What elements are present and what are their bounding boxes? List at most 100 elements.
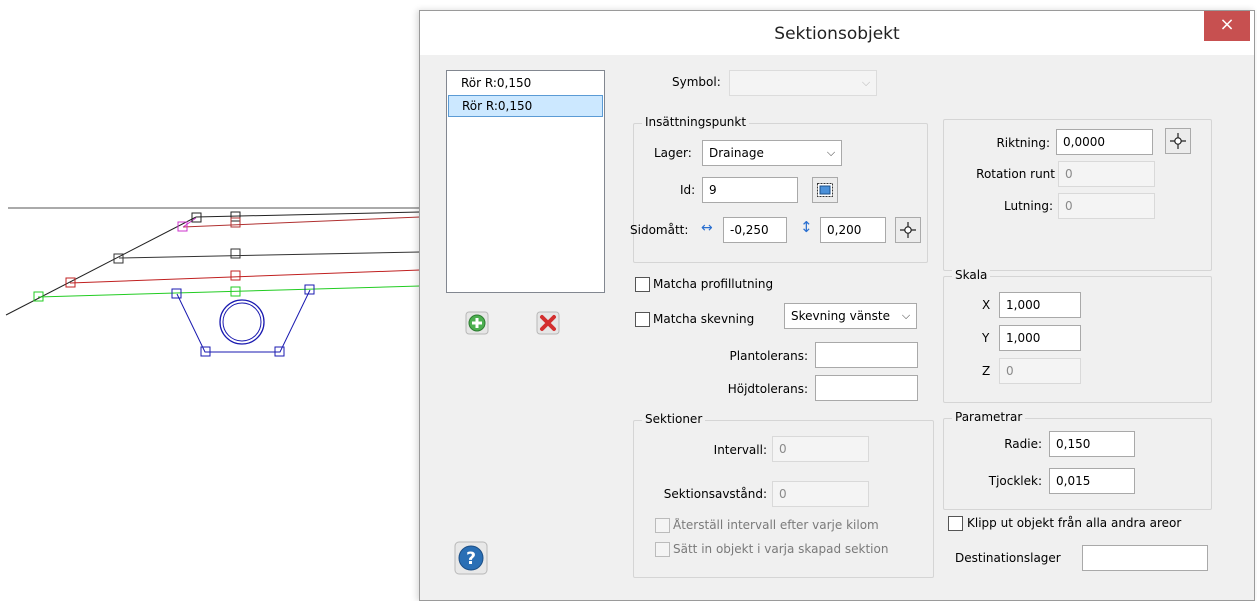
crosshair-icon bbox=[1170, 133, 1186, 149]
add-button[interactable] bbox=[465, 311, 489, 335]
skala-y-label: Y bbox=[982, 331, 990, 345]
skala-y-value: 1,000 bbox=[1006, 331, 1041, 345]
cad-pipe-inner bbox=[222, 302, 262, 342]
crosshair-icon bbox=[900, 222, 916, 238]
sidomatt-vertical-value: 0,200 bbox=[827, 223, 862, 237]
cad-pipe-outer bbox=[219, 299, 265, 345]
rotation-field[interactable]: 0 bbox=[1058, 161, 1155, 187]
id-field[interactable]: 9 bbox=[702, 177, 798, 203]
symbol-label: Symbol: bbox=[672, 75, 721, 89]
klipp-ut-checkbox[interactable] bbox=[948, 516, 963, 531]
chevron-down-icon: ⌵ bbox=[856, 71, 876, 95]
klipp-ut-label: Klipp ut objekt från alla andra areor bbox=[967, 516, 1182, 530]
help-button[interactable]: ? bbox=[454, 541, 488, 575]
parametrar-title: Parametrar bbox=[952, 410, 1026, 424]
tjocklek-value: 0,015 bbox=[1056, 474, 1091, 488]
delete-button[interactable] bbox=[536, 311, 560, 335]
plantolerans-field[interactable] bbox=[815, 342, 918, 368]
svg-text:?: ? bbox=[466, 549, 476, 569]
skala-x-value: 1,000 bbox=[1006, 298, 1041, 312]
sidomatt-label: Sidomått: bbox=[630, 223, 689, 237]
cad-red-top-line bbox=[182, 216, 420, 228]
satt-in-objekt-checkbox[interactable] bbox=[655, 542, 670, 557]
matcha-skevning-label: Matcha skevning bbox=[653, 312, 755, 326]
sidomatt-horizontal-value: -0,250 bbox=[730, 223, 769, 237]
horizontal-arrow-icon: ↔ bbox=[701, 220, 713, 236]
select-object-icon bbox=[817, 183, 833, 197]
chevron-down-icon: ⌵ bbox=[896, 304, 916, 328]
add-icon bbox=[465, 311, 489, 335]
symbol-dropdown[interactable]: ⌵ bbox=[729, 70, 877, 96]
id-value: 9 bbox=[709, 183, 717, 197]
hojdtolerans-label: Höjdtolerans: bbox=[727, 382, 808, 396]
close-icon: × bbox=[1219, 14, 1235, 35]
help-icon: ? bbox=[454, 541, 488, 575]
hojdtolerans-field[interactable] bbox=[815, 375, 918, 401]
riktning-field[interactable]: 0,0000 bbox=[1056, 129, 1153, 155]
vertical-arrow-icon: ↕ bbox=[800, 218, 813, 236]
list-item-label: Rör R:0,150 bbox=[461, 76, 532, 90]
riktning-value: 0,0000 bbox=[1063, 135, 1105, 149]
lager-dropdown[interactable]: Drainage ⌵ bbox=[702, 140, 842, 166]
lager-label: Lager: bbox=[654, 146, 692, 160]
matcha-profillutning-checkbox[interactable] bbox=[635, 277, 650, 292]
dialog-titlebar[interactable]: Sektionsobjekt bbox=[420, 11, 1254, 55]
skala-z-field[interactable]: 0 bbox=[999, 358, 1081, 384]
list-item[interactable]: Rör R:0,150 bbox=[448, 72, 603, 94]
radie-label: Radie: bbox=[1004, 437, 1042, 451]
id-label: Id: bbox=[680, 183, 696, 197]
rotation-label: Rotation runt bbox=[976, 167, 1055, 181]
select-object-button[interactable] bbox=[812, 177, 838, 203]
cad-drawing-canvas[interactable] bbox=[0, 0, 420, 601]
intervall-value: 0 bbox=[779, 442, 787, 456]
pick-position-button[interactable] bbox=[895, 217, 921, 243]
aterstall-intervall-checkbox[interactable] bbox=[655, 518, 670, 533]
lutning-value: 0 bbox=[1065, 199, 1073, 213]
riktning-label: Riktning: bbox=[996, 136, 1050, 150]
sidomatt-vertical-field[interactable]: 0,200 bbox=[820, 217, 886, 243]
skala-z-value: 0 bbox=[1006, 364, 1014, 378]
sektioner-title: Sektioner bbox=[642, 412, 706, 426]
insattningspunkt-title: Insättningspunkt bbox=[642, 115, 750, 129]
aterstall-intervall-label: Återställ intervall efter varje kilom bbox=[673, 518, 879, 532]
skevning-dropdown[interactable]: Skevning vänste ⌵ bbox=[784, 303, 917, 329]
lutning-label: Lutning: bbox=[1004, 199, 1053, 213]
satt-in-objekt-label: Sätt in objekt i varja skapad sektion bbox=[673, 542, 889, 556]
plantolerans-label: Plantolerans: bbox=[729, 349, 808, 363]
cad-red-line bbox=[69, 269, 420, 284]
skala-y-field[interactable]: 1,000 bbox=[999, 325, 1081, 351]
dialog-title: Sektionsobjekt bbox=[774, 24, 900, 44]
sektionsavstand-label: Sektionsavstånd: bbox=[663, 487, 767, 501]
sektionsobjekt-dialog: Sektionsobjekt × Rör R:0,150 Rör R:0,150 bbox=[419, 10, 1255, 601]
close-button[interactable]: × bbox=[1204, 11, 1250, 41]
matcha-profillutning-label: Matcha profillutning bbox=[653, 277, 774, 291]
matcha-skevning-checkbox[interactable] bbox=[635, 312, 650, 327]
skala-x-field[interactable]: 1,000 bbox=[999, 292, 1081, 318]
skala-z-label: Z bbox=[982, 364, 991, 378]
list-item-label: Rör R:0,150 bbox=[462, 99, 533, 113]
radie-field[interactable]: 0,150 bbox=[1049, 431, 1135, 457]
lutning-field[interactable]: 0 bbox=[1058, 193, 1155, 219]
object-list[interactable]: Rör R:0,150 Rör R:0,150 bbox=[446, 70, 605, 293]
list-item-selected[interactable]: Rör R:0,150 bbox=[448, 95, 603, 117]
tjocklek-field[interactable]: 0,015 bbox=[1049, 468, 1135, 494]
sidomatt-horizontal-field[interactable]: -0,250 bbox=[723, 217, 787, 243]
cad-trench-outline bbox=[176, 289, 311, 353]
sektionsavstand-value: 0 bbox=[779, 487, 787, 501]
radie-value: 0,150 bbox=[1056, 437, 1091, 451]
skala-x-label: X bbox=[982, 298, 991, 312]
skevning-value: Skevning vänste bbox=[791, 309, 890, 323]
intervall-label: Intervall: bbox=[713, 443, 767, 457]
intervall-field[interactable]: 0 bbox=[772, 436, 869, 462]
delete-icon bbox=[536, 311, 560, 335]
rotation-value: 0 bbox=[1065, 167, 1073, 181]
chevron-down-icon: ⌵ bbox=[821, 141, 841, 165]
pick-direction-button[interactable] bbox=[1165, 128, 1191, 154]
cad-node-markers bbox=[33, 211, 315, 357]
cad-green-line bbox=[37, 285, 420, 298]
tjocklek-label: Tjocklek: bbox=[988, 474, 1042, 488]
destinationslager-label: Destinationslager bbox=[955, 551, 1061, 565]
skala-title: Skala bbox=[952, 268, 991, 282]
sektionsavstand-field[interactable]: 0 bbox=[772, 481, 869, 507]
destinationslager-field[interactable] bbox=[1082, 545, 1208, 571]
